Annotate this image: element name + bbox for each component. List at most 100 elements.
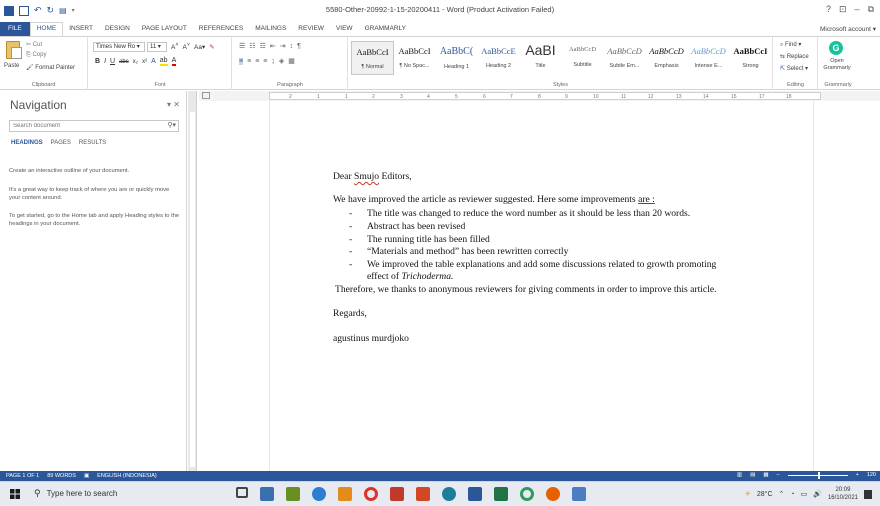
style-subtitle[interactable]: AaBbCcD Subtitle bbox=[561, 41, 604, 75]
app-icon[interactable] bbox=[572, 487, 586, 501]
tab-view[interactable]: VIEW bbox=[330, 22, 359, 36]
style-normal[interactable]: AaBbCcI ¶ Normal bbox=[351, 41, 394, 75]
format-painter-button[interactable]: 🖌 Format Painter bbox=[26, 64, 75, 71]
excel-icon[interactable] bbox=[494, 487, 508, 501]
greeting-line[interactable]: Dear Smujo Editors, bbox=[333, 171, 412, 182]
decrease-indent-icon[interactable]: ⇤ bbox=[270, 42, 276, 50]
close-icon[interactable]: ✕ bbox=[173, 100, 180, 109]
network-icon[interactable]: ◔ bbox=[790, 491, 794, 498]
powerpoint-icon[interactable] bbox=[416, 487, 430, 501]
find-button[interactable]: ⌕ Find ▾ bbox=[780, 41, 801, 49]
line-spacing-icon[interactable]: ↨ bbox=[271, 58, 275, 65]
zoom-out-icon[interactable]: – bbox=[777, 472, 780, 478]
bullet-item[interactable]: Abstract has been revised bbox=[367, 221, 465, 232]
page-count[interactable]: PAGE 1 OF 1 bbox=[6, 473, 39, 479]
align-center-icon[interactable]: ≡ bbox=[247, 58, 251, 65]
zoom-in-icon[interactable]: + bbox=[856, 472, 859, 478]
ribbon-display-icon[interactable]: ⊡ bbox=[839, 4, 847, 15]
weather-icon[interactable]: ☀ bbox=[745, 490, 751, 498]
app-icon[interactable] bbox=[338, 487, 352, 501]
increase-indent-icon[interactable]: ⇥ bbox=[280, 42, 286, 50]
pane-options-icon[interactable]: ▾ bbox=[167, 100, 171, 109]
search-document-input[interactable] bbox=[9, 120, 179, 132]
app-icon[interactable] bbox=[390, 487, 404, 501]
multilevel-list-icon[interactable]: ☲ bbox=[260, 42, 266, 50]
underline-icon[interactable]: U bbox=[110, 58, 115, 65]
tab-review[interactable]: REVIEW bbox=[292, 22, 330, 36]
superscript-icon[interactable]: x² bbox=[142, 59, 147, 65]
app-icon[interactable] bbox=[260, 487, 274, 501]
document-page[interactable]: Dear Smujo Editors, We have improved the… bbox=[269, 101, 814, 471]
firefox-icon[interactable] bbox=[546, 487, 560, 501]
zoom-slider[interactable] bbox=[787, 471, 848, 479]
text-effects-icon[interactable]: A bbox=[151, 58, 156, 65]
misspelled-word[interactable]: Smujo bbox=[354, 171, 379, 182]
search-icon[interactable]: ⚲▾ bbox=[167, 121, 176, 129]
clear-format-icon[interactable]: ✎ bbox=[209, 43, 214, 51]
style-title[interactable]: AaBI Title bbox=[519, 41, 562, 75]
app-icon[interactable] bbox=[520, 487, 534, 501]
tab-insert[interactable]: INSERT bbox=[63, 22, 99, 36]
style-heading-1[interactable]: AaBbC( Heading 1 bbox=[435, 41, 478, 75]
minimize-icon[interactable]: – bbox=[855, 4, 860, 15]
battery-icon[interactable]: ▭ bbox=[801, 490, 808, 498]
style-subtle-emphasis[interactable]: AaBbCcD Subtle Em... bbox=[603, 41, 646, 75]
numbering-icon[interactable]: ☷ bbox=[249, 42, 255, 50]
tab-results[interactable]: RESULTS bbox=[79, 140, 106, 146]
tab-pages[interactable]: PAGES bbox=[51, 140, 71, 146]
italic-icon[interactable]: I bbox=[104, 58, 106, 65]
style-emphasis[interactable]: AaBbCcD Emphasis bbox=[645, 41, 688, 75]
bullet-item[interactable]: The title was changed to reduce the word… bbox=[367, 208, 690, 219]
zoom-level[interactable]: 120 bbox=[867, 472, 876, 478]
font-size-dropdown[interactable]: 11 ▾ bbox=[147, 42, 167, 52]
calculator-icon[interactable] bbox=[286, 487, 300, 501]
tab-grammarly[interactable]: GRAMMARLY bbox=[359, 22, 412, 36]
signature-line[interactable]: agustinus murdjoko bbox=[333, 333, 409, 344]
style-heading-2[interactable]: AaBbCcE Heading 2 bbox=[477, 41, 520, 75]
bullet-item[interactable]: We improved the table explanations and a… bbox=[367, 259, 716, 270]
regards-line[interactable]: Regards, bbox=[333, 308, 367, 319]
globe-icon[interactable] bbox=[312, 487, 326, 501]
grow-font-icon[interactable]: A˄ bbox=[171, 42, 179, 51]
subscript-icon[interactable]: x₂ bbox=[133, 59, 138, 65]
highlight-icon[interactable]: ab bbox=[159, 57, 168, 66]
zoom-slider-thumb[interactable] bbox=[817, 471, 820, 479]
clock[interactable]: 20:09 16/10/2021 bbox=[828, 486, 858, 502]
tab-home[interactable]: HOME bbox=[29, 22, 64, 36]
replace-button[interactable]: ⇆ Replace bbox=[780, 53, 809, 60]
intro-line[interactable]: We have improved the article as reviewer… bbox=[333, 194, 655, 205]
align-right-icon[interactable]: ≡ bbox=[255, 58, 259, 65]
read-mode-icon[interactable]: ▥ bbox=[737, 472, 742, 478]
select-button[interactable]: ⇱ Select ▾ bbox=[780, 65, 808, 72]
tab-selector-icon[interactable] bbox=[202, 92, 210, 99]
tab-design[interactable]: DESIGN bbox=[99, 22, 136, 36]
pilcrow-icon[interactable]: ¶ bbox=[297, 43, 301, 50]
grammar-flagged-text[interactable]: are : bbox=[638, 194, 655, 205]
horizontal-ruler[interactable]: 2 1 1 2 3 4 5 6 7 8 9 10 11 12 13 14 15 17 18 bbox=[269, 92, 821, 100]
word-count[interactable]: 89 WORDS bbox=[47, 473, 76, 479]
bold-icon[interactable]: B bbox=[95, 58, 100, 65]
paste-button[interactable]: Paste bbox=[4, 63, 19, 69]
account-menu[interactable]: Microsoft account ▾ bbox=[820, 25, 876, 33]
closing-line[interactable]: Therefore, we thanks to anonymous review… bbox=[335, 284, 717, 295]
chevron-up-icon[interactable]: ⌃ bbox=[779, 490, 785, 498]
style-strong[interactable]: AaBbCcI Strong bbox=[729, 41, 772, 75]
style-no-spacing[interactable]: AaBbCcI ¶ No Spac... bbox=[393, 41, 436, 75]
font-name-dropdown[interactable]: Times New Ro ▾ bbox=[93, 42, 145, 52]
temperature[interactable]: 28°C bbox=[757, 491, 773, 498]
strikethrough-icon[interactable]: abc bbox=[119, 59, 129, 65]
tab-headings[interactable]: HEADINGS bbox=[11, 140, 43, 146]
bullet-continuation[interactable]: effect of Trichoderma. bbox=[367, 271, 453, 282]
align-left-icon[interactable]: ≡ bbox=[239, 57, 244, 65]
bullets-icon[interactable]: ☰ bbox=[239, 42, 245, 50]
grammarly-icon[interactable]: G bbox=[829, 41, 843, 55]
word-icon[interactable] bbox=[468, 487, 482, 501]
paste-icon[interactable] bbox=[6, 41, 22, 59]
shading-icon[interactable]: ◈ bbox=[279, 57, 284, 65]
help-icon[interactable]: ? bbox=[826, 4, 831, 15]
volume-icon[interactable]: 🔊 bbox=[813, 490, 822, 498]
borders-icon[interactable]: ▦ bbox=[288, 57, 295, 65]
print-layout-icon[interactable]: ▤ bbox=[750, 472, 755, 478]
opera-icon[interactable] bbox=[364, 487, 378, 501]
bullet-item[interactable]: The running title has been filled bbox=[367, 234, 490, 245]
